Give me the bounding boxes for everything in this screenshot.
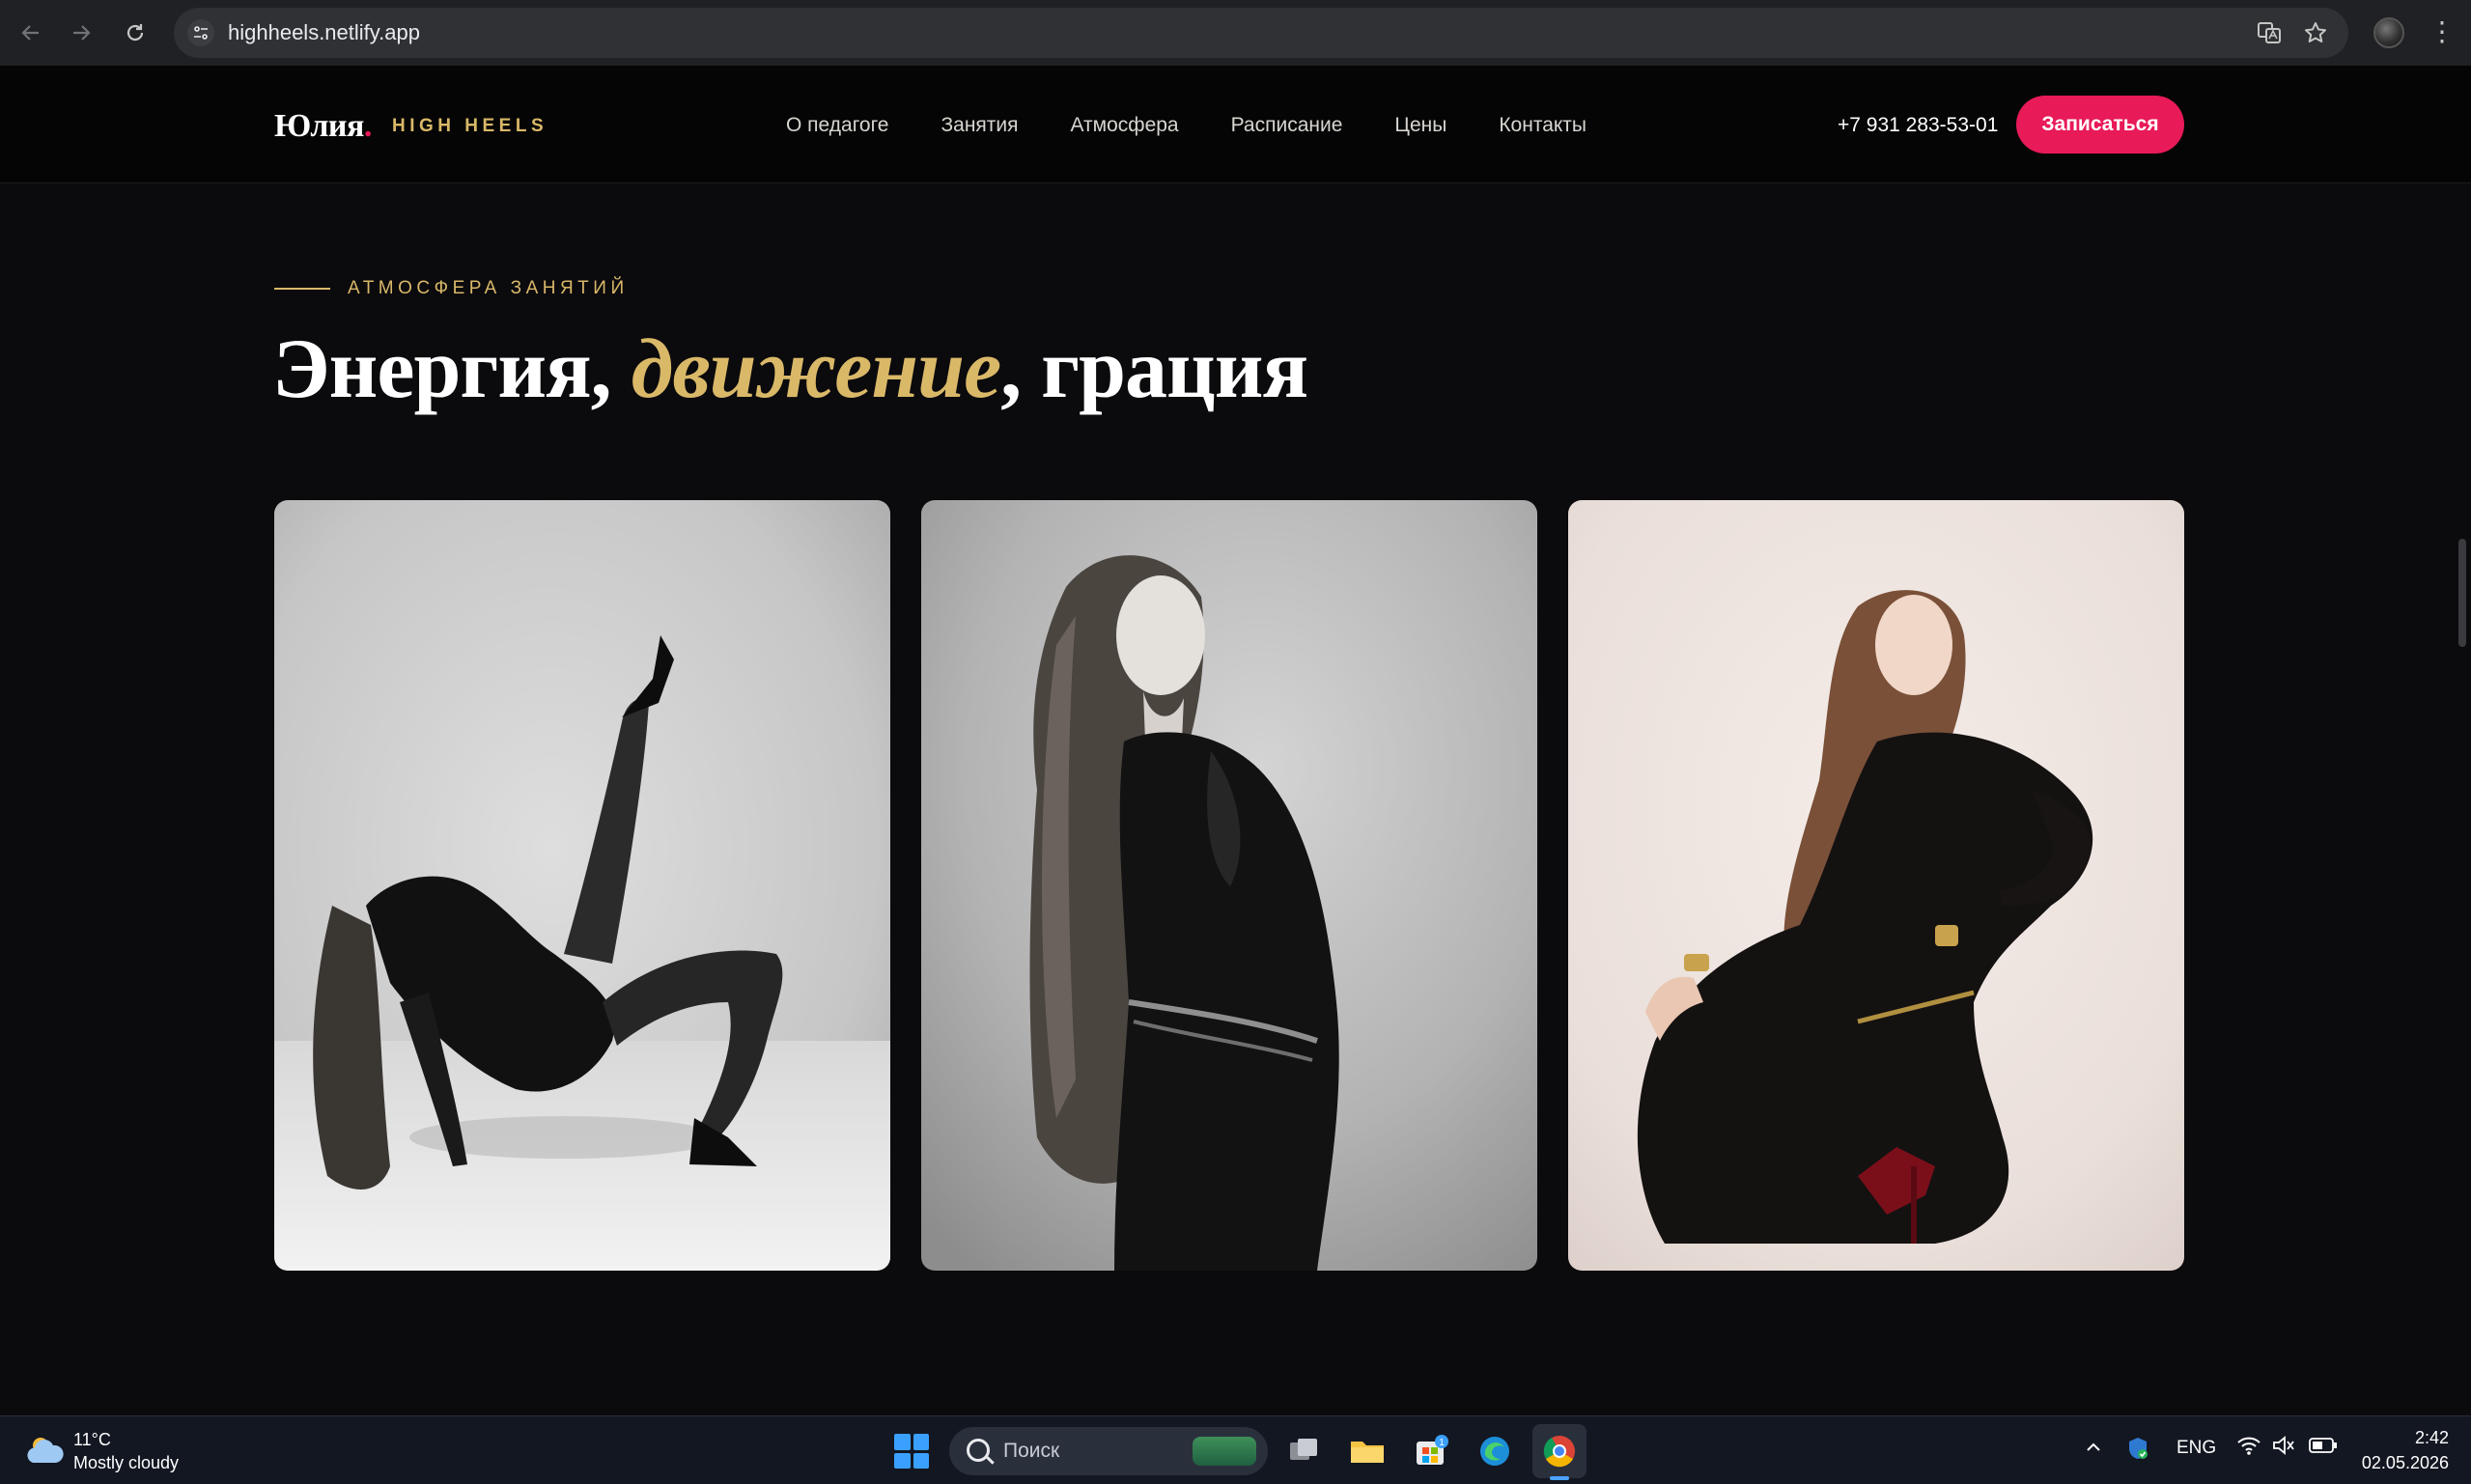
- search-icon: [967, 1439, 990, 1462]
- windows-start-icon[interactable]: [894, 1434, 929, 1469]
- chrome-active-indicator: [1550, 1476, 1569, 1480]
- section-eyebrow: АТМОСФЕРА ЗАНЯТИЙ: [348, 278, 629, 298]
- language-indicator[interactable]: ENG: [2176, 1438, 2216, 1459]
- headline-part-2: , грация: [1000, 322, 1308, 416]
- phone-link[interactable]: +7 931 283-53-01: [1838, 114, 1998, 137]
- main-menu: О педагоге Занятия Атмосфера Расписание …: [786, 114, 1586, 137]
- site-header: Юлия. HIGH HEELS О педагоге Занятия Атмо…: [0, 66, 2471, 183]
- menu-kebab-icon[interactable]: ⋮: [2428, 15, 2457, 50]
- microsoft-store-icon[interactable]: 1: [1410, 1430, 1452, 1472]
- logo-tagline: HIGH HEELS: [392, 116, 548, 136]
- headline-accent: движение: [631, 322, 1001, 416]
- logo[interactable]: Юлия.: [274, 108, 372, 145]
- show-hidden-icons-chevron-icon[interactable]: [2084, 1438, 2103, 1463]
- menu-item-schedule[interactable]: Расписание: [1231, 114, 1343, 137]
- edge-browser-icon[interactable]: [1474, 1430, 1516, 1472]
- dancer-portrait-photo-2[interactable]: [921, 500, 1537, 1271]
- site-settings-icon[interactable]: [187, 19, 214, 46]
- url-text[interactable]: highheels.netlify.app: [228, 20, 420, 45]
- scrollbar-thumb[interactable]: [2458, 539, 2466, 647]
- security-shield-icon[interactable]: [2126, 1436, 2149, 1467]
- eyebrow-divider: [274, 288, 330, 290]
- section-headline: Энергия, движение, грация: [272, 321, 1308, 418]
- menu-item-contacts[interactable]: Контакты: [1499, 114, 1586, 137]
- chrome-browser-icon[interactable]: [1538, 1430, 1581, 1472]
- weather-description[interactable]: Mostly cloudy: [73, 1453, 179, 1473]
- forward-arrow-icon[interactable]: [66, 17, 97, 48]
- clock-time[interactable]: 2:42: [2410, 1428, 2449, 1448]
- reload-icon[interactable]: [120, 17, 151, 48]
- address-bar[interactable]: highheels.netlify.app: [174, 8, 2348, 58]
- logo-dot: .: [363, 108, 373, 144]
- battery-icon[interactable]: [2308, 1436, 2339, 1461]
- menu-item-teacher[interactable]: О педагоге: [786, 114, 888, 137]
- bookmark-star-icon[interactable]: [2302, 19, 2329, 46]
- page-scrollbar[interactable]: [2453, 183, 2471, 1415]
- headline-part-1: Энергия,: [272, 322, 612, 416]
- search-highlight-art: [1193, 1437, 1256, 1466]
- menu-item-atmosphere[interactable]: Атмосфера: [1071, 114, 1179, 137]
- volume-muted-icon[interactable]: [2271, 1434, 2296, 1463]
- menu-item-classes[interactable]: Занятия: [941, 114, 1018, 137]
- clock-date[interactable]: 02.05.2026: [2360, 1453, 2449, 1473]
- weather-temperature[interactable]: 11°C: [73, 1430, 111, 1450]
- taskbar: 11°C Mostly cloudy Поиск 1 ENG 2:42 02.0…: [0, 1415, 2471, 1484]
- translate-icon[interactable]: [2256, 19, 2283, 46]
- search-placeholder: Поиск: [1003, 1440, 1060, 1462]
- task-view-icon[interactable]: [1282, 1430, 1325, 1472]
- file-explorer-icon[interactable]: [1346, 1430, 1389, 1472]
- browser-toolbar: highheels.netlify.app ⋮: [0, 0, 2471, 66]
- store-badge-count: 1: [1439, 1438, 1445, 1448]
- profile-avatar[interactable]: [2373, 17, 2404, 48]
- signup-button[interactable]: Записаться: [2016, 96, 2184, 154]
- taskbar-search[interactable]: Поиск: [949, 1427, 1268, 1475]
- back-arrow-icon[interactable]: [15, 17, 46, 48]
- dancer-seated-photo-3[interactable]: [1568, 500, 2184, 1271]
- menu-item-prices[interactable]: Цены: [1394, 114, 1446, 137]
- wifi-icon[interactable]: [2236, 1434, 2261, 1463]
- dancer-pose-photo-1[interactable]: [274, 500, 890, 1271]
- weather-cloud-icon[interactable]: [25, 1434, 64, 1467]
- atmosphere-section: АТМОСФЕРА ЗАНЯТИЙ Энергия, движение, гра…: [0, 183, 2453, 1415]
- logo-name: Юлия: [274, 108, 364, 144]
